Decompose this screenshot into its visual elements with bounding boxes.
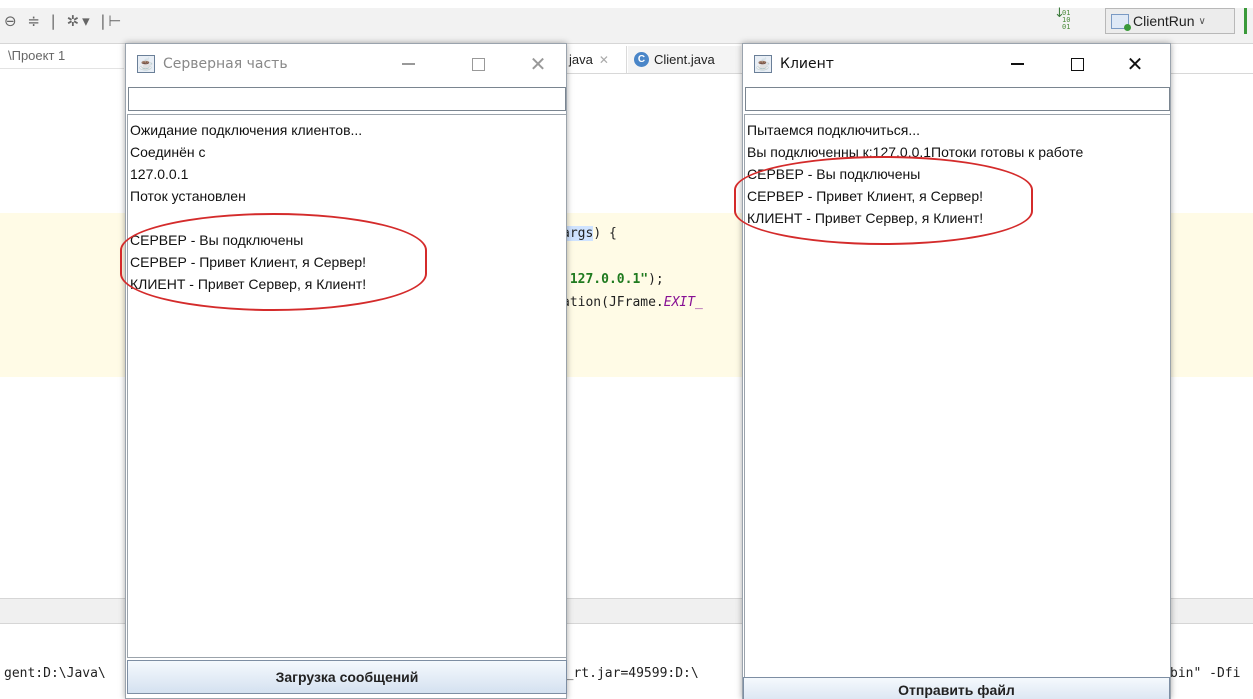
tab-java-label: java: [569, 52, 593, 67]
code-line-args: args) {: [562, 226, 617, 241]
log-line: Ожидание подключения клиентов...: [130, 122, 363, 138]
annotation-oval-client: [734, 156, 1033, 245]
code-exit-const: EXIT_: [663, 295, 703, 310]
tab-client-java-label: Client.java: [654, 52, 715, 67]
client-message-input[interactable]: [745, 87, 1170, 111]
console-text-middle: ea_rt.jar=49599:D:\: [550, 666, 699, 681]
server-log-area[interactable]: Ожидание подключения клиентов... Соединё…: [127, 114, 567, 658]
close-icon[interactable]: ✕: [599, 53, 609, 67]
ide-top-strip: [0, 0, 1253, 8]
maximize-button[interactable]: [1063, 50, 1091, 78]
chevron-down-icon: ∨: [1198, 15, 1206, 27]
client-window: ☕ Клиент ✕ Пытаемся подключиться... Вы п…: [742, 43, 1171, 699]
ide-toolbar: ⊖ ≑ | ✲▾ |⊢ ↓ 01 10 01 ClientRun ∨: [0, 7, 1253, 44]
maximize-icon: [1070, 57, 1084, 71]
console-text-right: bin" -Dfi: [1170, 666, 1241, 681]
project-path-divider: [0, 68, 124, 69]
project-path: \Проект 1: [8, 48, 66, 63]
sort-bits-icon[interactable]: ↓ 01 10 01: [1054, 7, 1070, 31]
run-config-icon: [1111, 13, 1131, 31]
send-file-button-label[interactable]: Отправить файл: [743, 677, 1170, 699]
client-window-title: Клиент: [780, 56, 834, 72]
run-config-label: ClientRun: [1133, 13, 1195, 29]
java-icon: ☕: [137, 55, 155, 73]
maximize-button[interactable]: [464, 50, 492, 78]
minimize-icon: [401, 63, 415, 65]
minimize-button[interactable]: [394, 50, 422, 78]
code-line-ip: '127.0.0.1");: [562, 272, 664, 287]
minimize-icon: [1010, 63, 1024, 65]
console-text-left: gent:D:\Java\: [4, 666, 106, 681]
code-line-exit: ation(JFrame.EXIT_: [562, 295, 703, 310]
run-button-edge[interactable]: [1244, 8, 1247, 34]
java-icon: ☕: [754, 55, 772, 73]
server-titlebar[interactable]: ☕ Серверная часть ✕: [126, 44, 566, 84]
log-line: Поток установлен: [130, 188, 246, 204]
maximize-icon: [471, 57, 485, 71]
log-line: 127.0.0.1: [130, 166, 189, 182]
tab-client-java[interactable]: C Client.java: [628, 46, 741, 73]
minimize-button[interactable]: [1003, 50, 1031, 78]
log-line: Соединён с: [130, 144, 206, 160]
close-button[interactable]: ✕: [1121, 50, 1149, 78]
close-icon: ✕: [529, 52, 547, 76]
server-message-input[interactable]: [128, 87, 566, 111]
code-ip-string: '127.0.0.1": [562, 272, 649, 287]
load-messages-button[interactable]: Загрузка сообщений: [127, 660, 567, 694]
run-config-dropdown[interactable]: ClientRun ∨: [1105, 8, 1235, 34]
close-button[interactable]: ✕: [524, 50, 552, 78]
close-icon: ✕: [1126, 52, 1144, 76]
class-icon: C: [634, 52, 649, 67]
toolbar-icons[interactable]: ⊖ ≑ | ✲▾ |⊢: [4, 12, 124, 30]
log-line: Пытаемся подключиться...: [747, 122, 920, 138]
tab-java[interactable]: java ✕: [563, 46, 627, 73]
server-window-title: Серверная часть: [163, 56, 288, 72]
client-titlebar[interactable]: ☕ Клиент ✕: [743, 44, 1170, 84]
server-window: ☕ Серверная часть ✕ Ожидание подключения…: [125, 43, 567, 699]
annotation-oval-server: [120, 213, 427, 311]
